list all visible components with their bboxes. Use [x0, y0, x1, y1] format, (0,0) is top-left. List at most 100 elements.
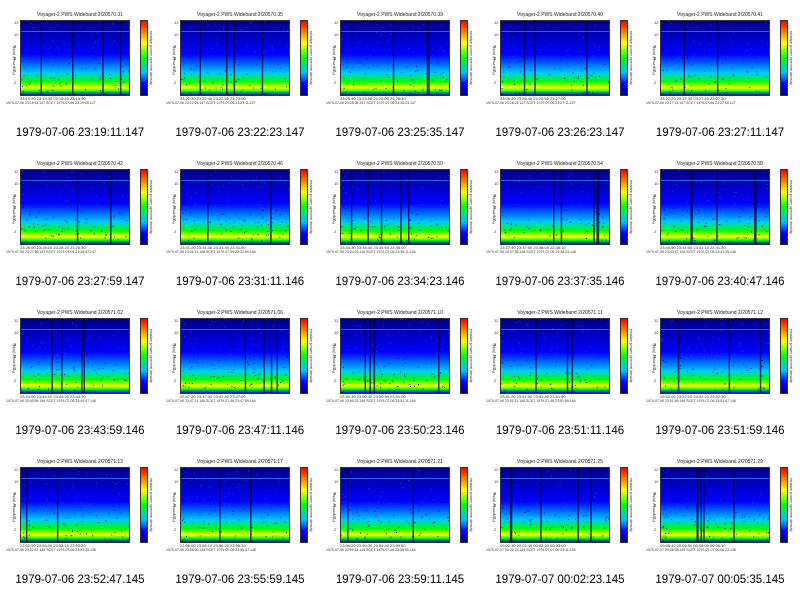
noise-speckle — [43, 496, 45, 498]
spectrogram-panel[interactable]: Voyager-2 PWS Wideband 2/20571.21 Frequen… — [320, 447, 480, 596]
noise-speckle — [560, 61, 562, 63]
spectrogram-panel[interactable]: Voyager-2 PWS Wideband 2/20570.40 Frequen… — [480, 0, 640, 149]
noise-speckle — [708, 43, 710, 45]
spectrogram-panel[interactable]: Voyager-2 PWS Wideband 2/20570.58 Frequen… — [640, 149, 800, 298]
noise-speckle — [704, 197, 706, 199]
noise-speckle — [669, 38, 671, 40]
noise-speckle — [375, 346, 377, 348]
noise-speckle — [569, 470, 571, 472]
noise-speckle — [681, 175, 682, 177]
noise-speckle — [48, 468, 50, 470]
dropout-stripe — [553, 170, 555, 244]
noise-speckle — [392, 380, 394, 382]
noise-speckle — [218, 359, 220, 361]
spectrogram-panel[interactable]: Voyager-2 PWS Wideband 2/20571.13 Frequen… — [0, 447, 160, 596]
noise-speckle — [265, 503, 267, 505]
noise-speckle — [409, 324, 411, 326]
noise-speckle — [231, 205, 233, 207]
spectrogram-panel[interactable]: Voyager-2 PWS Wideband 2/20570.39 Frequen… — [320, 0, 480, 149]
noise-speckle — [195, 343, 197, 345]
y-tick-label: 2 — [494, 229, 497, 234]
noise-speckle — [679, 365, 681, 367]
noise-speckle — [377, 519, 379, 521]
noise-speckle — [110, 475, 112, 477]
noise-speckle — [383, 379, 385, 381]
noise-speckle — [356, 348, 358, 350]
spectrogram-panel[interactable]: Voyager-2 PWS Wideband 2/20571.12 Frequen… — [640, 298, 800, 447]
noise-speckle — [368, 488, 370, 490]
noise-speckle — [245, 230, 247, 232]
spectrogram-panel[interactable]: Voyager-2 PWS Wideband 2/20570.42 Frequen… — [0, 149, 160, 298]
spectrogram-panel[interactable]: Voyager-2 PWS Wideband 2/20571.11 Frequen… — [480, 298, 640, 447]
noise-speckle — [75, 234, 77, 236]
noise-speckle — [80, 25, 82, 27]
noise-speckle — [712, 192, 714, 194]
noise-speckle — [705, 90, 707, 92]
noise-speckle — [277, 210, 279, 212]
noise-speckle — [588, 223, 590, 224]
noise-speckle — [722, 353, 724, 355]
noise-speckle — [363, 83, 365, 85]
noise-speckle — [526, 323, 528, 325]
noise-speckle — [765, 216, 767, 218]
noise-speckle — [184, 323, 186, 325]
noise-speckle — [341, 483, 343, 485]
noise-speckle — [102, 320, 104, 322]
noise-speckle — [255, 51, 257, 53]
spectrogram-panel[interactable]: Voyager-2 PWS Wideband 2/20570.35 Frequen… — [160, 0, 320, 149]
spectrogram-panel[interactable]: Voyager-2 PWS Wideband 2/20571.25 Frequen… — [480, 447, 640, 596]
spectrogram-panel[interactable]: Voyager-2 PWS Wideband 2/20571.06 Frequen… — [160, 298, 320, 447]
noise-speckle — [515, 322, 517, 324]
noise-speckle — [560, 356, 562, 358]
spectrogram-panel[interactable]: Voyager-2 PWS Wideband 2/20571.10 Frequen… — [320, 298, 480, 447]
noise-speckle — [549, 348, 551, 350]
noise-speckle — [668, 532, 670, 534]
noise-speckle — [507, 521, 509, 523]
noise-speckle — [562, 348, 564, 350]
noise-speckle — [557, 200, 559, 202]
noise-speckle — [581, 326, 583, 328]
noise-speckle — [758, 368, 760, 370]
noise-speckle — [47, 511, 48, 513]
noise-speckle — [68, 63, 70, 65]
noise-speckle — [377, 238, 379, 240]
noise-speckle — [366, 533, 368, 535]
noise-speckle — [422, 23, 424, 25]
noise-speckle — [585, 382, 587, 383]
noise-speckle — [98, 21, 100, 23]
noise-speckle — [51, 235, 53, 237]
spectrogram-panel[interactable]: Voyager-2 PWS Wideband 2/20570.31 Frequen… — [0, 0, 160, 149]
noise-speckle — [183, 331, 185, 332]
noise-speckle — [445, 528, 447, 530]
spectrogram-panel[interactable]: Voyager-2 PWS Wideband 2/20570.46 Frequen… — [160, 149, 320, 298]
noise-speckle — [249, 353, 251, 355]
noise-speckle — [402, 486, 404, 488]
noise-speckle — [425, 340, 427, 342]
noise-speckle — [409, 386, 411, 388]
noise-speckle — [50, 502, 52, 504]
spectrogram-panel[interactable]: Voyager-2 PWS Wideband 2/20571.17 Frequen… — [160, 447, 320, 596]
noise-speckle — [665, 43, 667, 45]
noise-speckle — [228, 217, 230, 219]
noise-speckle — [574, 342, 576, 343]
noise-speckle — [574, 77, 575, 79]
noise-speckle — [31, 506, 32, 508]
noise-speckle — [505, 92, 507, 94]
noise-speckle — [729, 37, 731, 39]
spectrogram-panel[interactable]: Voyager-2 PWS Wideband 2/20570.54 Frequen… — [480, 149, 640, 298]
spectrogram-panel[interactable]: Voyager-2 PWS Wideband 2/20571.02 Frequen… — [0, 298, 160, 447]
noise-speckle — [426, 170, 427, 172]
noise-speckle — [27, 46, 29, 48]
noise-speckle — [256, 178, 258, 180]
spectrogram-panel[interactable]: Voyager-2 PWS Wideband 2/20570.50 Frequen… — [320, 149, 480, 298]
noise-speckle — [223, 375, 224, 377]
noise-speckle — [239, 217, 241, 219]
spectrogram-panel[interactable]: Voyager-2 PWS Wideband 2/20571.29 Frequen… — [640, 447, 800, 596]
y-tick-label: 8 — [494, 193, 497, 198]
noise-speckle — [89, 512, 91, 514]
noise-speckle — [407, 48, 409, 50]
noise-speckle — [412, 79, 414, 81]
noise-speckle — [724, 383, 726, 385]
noise-speckle — [739, 324, 741, 326]
spectrogram-panel[interactable]: Voyager-2 PWS Wideband 2/20570.41 Frequen… — [640, 0, 800, 149]
